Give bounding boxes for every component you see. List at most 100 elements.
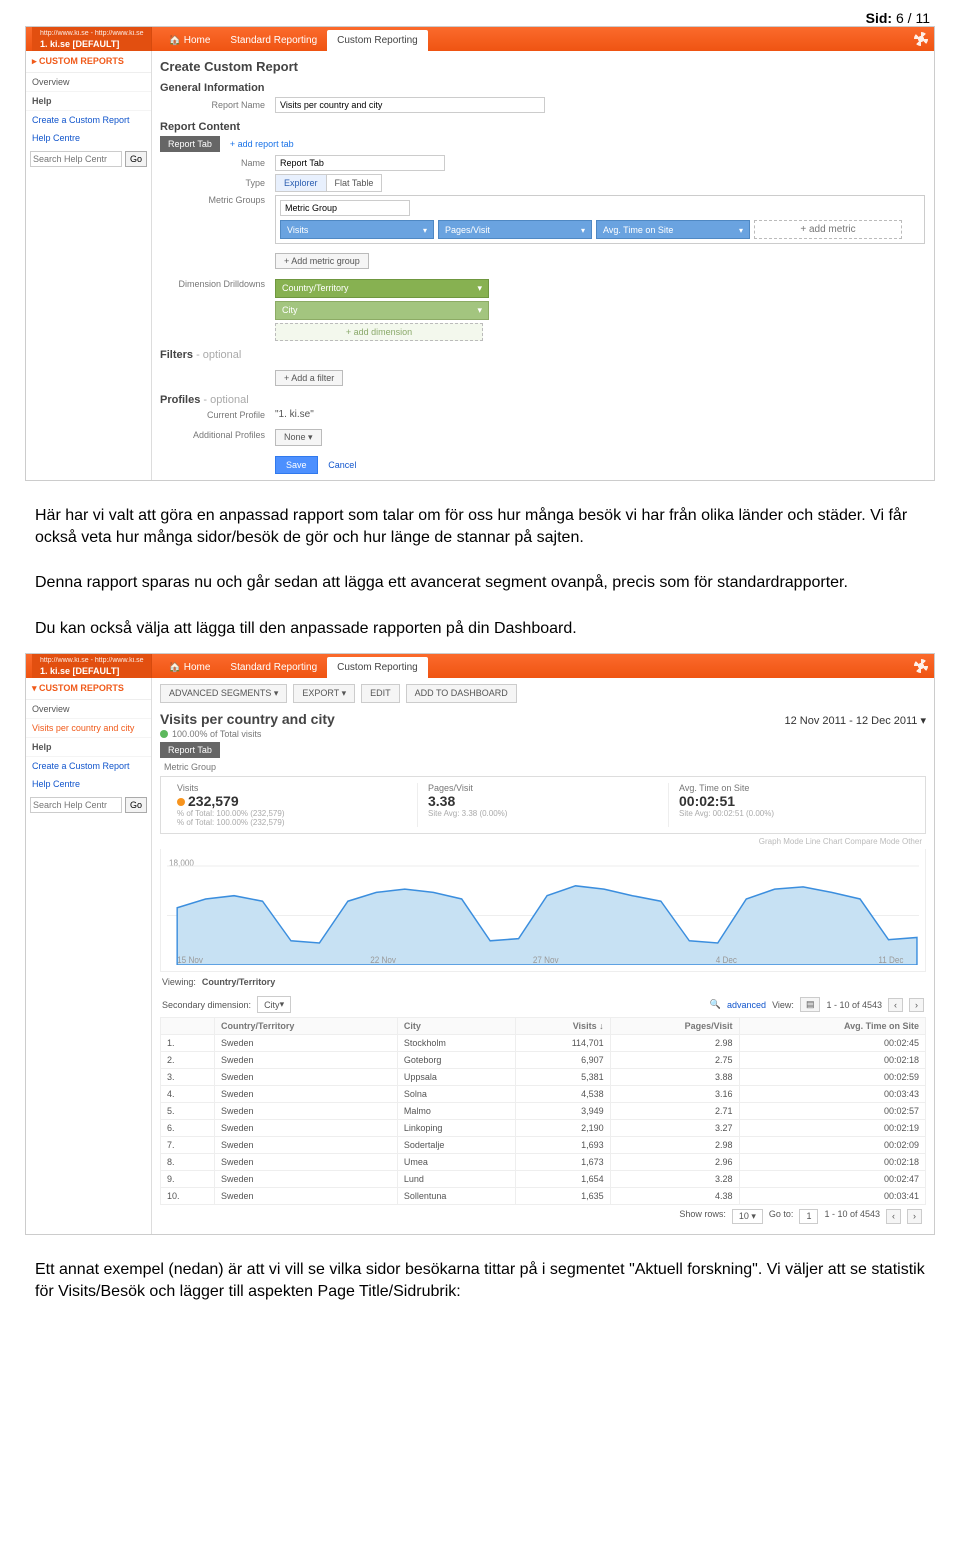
top-tabs: 🏠 Home Standard Reporting Custom Reporti… (158, 30, 427, 51)
general-information-heading: General Information (160, 82, 926, 94)
gear-icon-2[interactable] (914, 659, 928, 673)
help-search-input[interactable] (30, 151, 122, 167)
type-flat-table-option[interactable]: Flat Table (326, 175, 382, 191)
kpi-row: Visits 232,579 % of Total: 100.00% (232,… (160, 776, 926, 834)
type-explorer-option[interactable]: Explorer (276, 175, 326, 191)
additional-profiles-dropdown[interactable]: None ▾ (275, 429, 322, 446)
sidebar-item-overview[interactable]: Overview (26, 73, 151, 92)
table-row[interactable]: 9.SwedenLund1,6543.2800:02:47 (161, 1171, 926, 1188)
tab-name-input[interactable] (275, 155, 445, 171)
add-report-tab-button[interactable]: + add report tab (220, 136, 304, 152)
search-icon[interactable]: 🔍 (710, 999, 721, 1010)
add-metric-group-button[interactable]: + Add metric group (275, 253, 369, 269)
metric-group-name-input[interactable] (280, 200, 410, 216)
table-row[interactable]: 3.SwedenUppsala5,3813.8800:02:59 (161, 1069, 926, 1086)
kpi-visits[interactable]: Visits 232,579 % of Total: 100.00% (232,… (167, 783, 417, 827)
report-name-input[interactable] (275, 97, 545, 113)
report-tab-selected[interactable]: Report Tab (160, 136, 220, 152)
current-profile-label: Current Profile (160, 410, 275, 420)
cancel-link[interactable]: Cancel (328, 460, 356, 470)
create-custom-report-link[interactable]: Create a Custom Report (26, 111, 151, 129)
table-row[interactable]: 6.SwedenLinkoping2,1903.2700:02:19 (161, 1120, 926, 1137)
svg-text:11 Dec: 11 Dec (878, 955, 904, 965)
save-button[interactable]: Save (275, 456, 318, 474)
add-to-dashboard-button[interactable]: ADD TO DASHBOARD (406, 684, 517, 703)
kpi-pages-per-visit[interactable]: Pages/Visit 3.38 Site Avg: 3.38 (0.00%) (417, 783, 668, 827)
tab-standard-reporting[interactable]: Standard Reporting (220, 30, 327, 51)
dimension-drilldowns-label: Dimension Drilldowns (160, 279, 275, 289)
tab-custom-reporting-2[interactable]: Custom Reporting (327, 657, 428, 678)
chart-line (177, 886, 917, 965)
data-table: Country/Territory City Visits ↓ Pages/Vi… (160, 1017, 926, 1205)
svg-text:22 Nov: 22 Nov (370, 955, 396, 965)
metric-group-container: Visits Pages/Visit Avg. Time on Site + a… (275, 195, 925, 244)
help-search-go-button-2[interactable]: Go (125, 797, 147, 813)
property-name: 1. ki.se [DEFAULT] (40, 39, 119, 49)
sid-label: Sid: (866, 10, 892, 26)
advanced-filter-link[interactable]: advanced (727, 1000, 766, 1010)
property-selector[interactable]: http://www.ki.se - http://www.ki.se 1. k… (32, 27, 152, 51)
ga-screenshot-view-report: http://www.ki.se - http://www.ki.se 1. k… (25, 653, 935, 1235)
additional-profiles-label: Additional Profiles (160, 430, 275, 440)
tab-standard-reporting-2[interactable]: Standard Reporting (220, 657, 327, 678)
secondary-dimension-dropdown[interactable]: City ▾ (257, 996, 291, 1013)
view-label: View: (772, 1000, 794, 1010)
export-button[interactable]: EXPORT ▾ (293, 684, 355, 703)
svg-text:15 Nov: 15 Nov (177, 955, 203, 965)
sidebar-item-overview-2[interactable]: Overview (26, 700, 151, 719)
report-name-label: Report Name (160, 100, 275, 110)
prev-page-button[interactable]: ‹ (888, 998, 903, 1012)
help-search-input-2[interactable] (30, 797, 122, 813)
table-row[interactable]: 2.SwedenGoteborg6,9072.7500:02:18 (161, 1052, 926, 1069)
edit-button[interactable]: EDIT (361, 684, 400, 703)
profiles-heading: Profiles - optional (160, 394, 926, 406)
table-row[interactable]: 7.SwedenSodertalje1,6932.9800:02:09 (161, 1137, 926, 1154)
property-selector-2[interactable]: http://www.ki.se - http://www.ki.se 1. k… (32, 654, 152, 678)
table-row[interactable]: 8.SwedenUmea1,6732.9600:02:18 (161, 1154, 926, 1171)
date-range-selector[interactable]: 12 Nov 2011 - 12 Dec 2011 ▾ (785, 714, 926, 727)
add-metric-button[interactable]: + add metric (754, 220, 902, 239)
sid-value: 6 / 11 (896, 10, 930, 26)
help-centre-link-2[interactable]: Help Centre (26, 775, 151, 793)
orange-dot-icon (177, 798, 185, 806)
page-title: Create Custom Report (160, 59, 926, 74)
viewing-dimension[interactable]: Country/Territory (202, 977, 275, 987)
table-row[interactable]: 4.SwedenSolna4,5383.1600:03:43 (161, 1086, 926, 1103)
metric-visits[interactable]: Visits (280, 220, 434, 239)
gear-icon[interactable] (914, 32, 928, 46)
sidebar-section-custom-reports-2[interactable]: ▾ CUSTOM REPORTS (26, 678, 151, 700)
add-filter-button[interactable]: + Add a filter (275, 370, 343, 386)
advanced-segments-button[interactable]: ADVANCED SEGMENTS ▾ (160, 684, 287, 703)
line-chart[interactable]: 18,000 15 Nov 22 Nov 27 Nov 4 Dec 11 Dec (160, 849, 926, 972)
goto-page-input[interactable]: 1 (799, 1209, 818, 1224)
metric-groups-label: Metric Groups (160, 195, 275, 205)
tab-home[interactable]: 🏠 Home (158, 30, 220, 51)
help-centre-link[interactable]: Help Centre (26, 129, 151, 147)
view-mode-toggle[interactable]: ▤ (800, 997, 821, 1012)
tab-custom-reporting[interactable]: Custom Reporting (327, 30, 428, 51)
next-page-button[interactable]: › (909, 998, 924, 1012)
dimension-city[interactable]: City▾ (275, 301, 489, 320)
current-profile-value: "1. ki.se" (275, 409, 314, 420)
table-row[interactable]: 1.SwedenStockholm114,7012.9800:02:45 (161, 1035, 926, 1052)
help-search-go-button[interactable]: Go (125, 151, 147, 167)
sidebar-item-current-report[interactable]: Visits per country and city (26, 719, 151, 738)
table-row[interactable]: 5.SwedenMalmo3,9492.7100:02:57 (161, 1103, 926, 1120)
add-dimension-button[interactable]: + add dimension (275, 323, 483, 341)
create-custom-report-link-2[interactable]: Create a Custom Report (26, 757, 151, 775)
dimension-country-territory[interactable]: Country/Territory▾ (275, 279, 489, 298)
svg-text:27 Nov: 27 Nov (533, 955, 559, 965)
table-row[interactable]: 10.SwedenSollentuna1,6354.3800:03:41 (161, 1188, 926, 1205)
rows-per-page-dropdown[interactable]: 10 ▾ (732, 1209, 763, 1224)
main-content-2: ADVANCED SEGMENTS ▾ EXPORT ▾ EDIT ADD TO… (152, 678, 934, 1234)
metric-pages-per-visit[interactable]: Pages/Visit (438, 220, 592, 239)
metric-avg-time-on-site[interactable]: Avg. Time on Site (596, 220, 750, 239)
tab-home-2[interactable]: 🏠 Home (158, 657, 220, 678)
property-url: http://www.ki.se - http://www.ki.se (40, 29, 143, 39)
kpi-avg-time-on-site[interactable]: Avg. Time on Site 00:02:51 Site Avg: 00:… (668, 783, 919, 827)
ga-screenshot-create-report: http://www.ki.se - http://www.ki.se 1. k… (25, 26, 935, 481)
report-tab-active[interactable]: Report Tab (160, 742, 220, 758)
prev-page-button-bottom[interactable]: ‹ (886, 1209, 901, 1224)
sidebar-section-custom-reports[interactable]: ▸ CUSTOM REPORTS (26, 51, 151, 73)
next-page-button-bottom[interactable]: › (907, 1209, 922, 1224)
